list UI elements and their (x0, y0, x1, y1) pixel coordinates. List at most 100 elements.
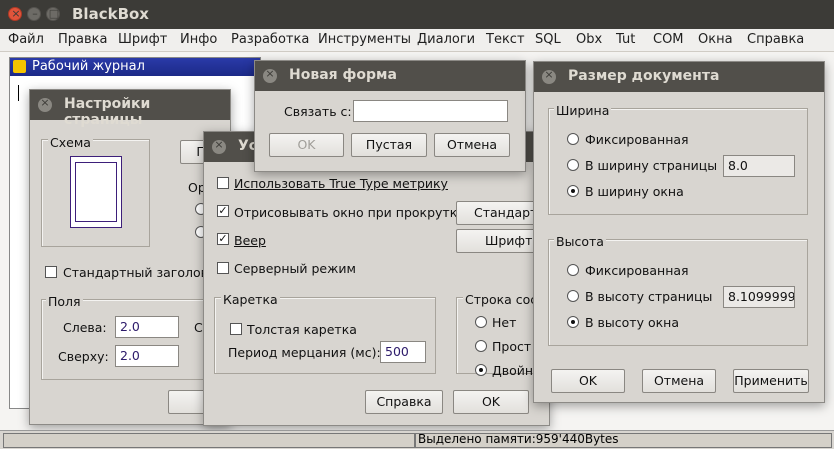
close-icon: × (214, 138, 224, 151)
server-mode-label: Серверный режим (234, 261, 356, 276)
thick-caret-checkbox[interactable] (230, 323, 242, 335)
menu-com[interactable]: COM (653, 32, 684, 47)
menu-font[interactable]: Шрифт (118, 32, 167, 47)
statusbar-none-label: Нет (492, 315, 517, 330)
std-header-checkbox[interactable] (45, 266, 57, 278)
height-fixed-radio[interactable] (567, 264, 579, 276)
height-window-radio[interactable] (567, 316, 579, 328)
height-group: Высота Фиксированная В высоту страницы 8… (548, 234, 808, 346)
menu-text[interactable]: Текст (486, 32, 525, 47)
width-page-input[interactable]: 8.0 (723, 155, 795, 177)
journal-title: Рабочий журнал (32, 59, 145, 74)
doc-size-cancel-button[interactable]: Отмена (642, 369, 716, 393)
new-form-empty-button[interactable]: Пустая (351, 133, 427, 157)
menubar: Файл Правка Шрифт Инфо Разработка Инстру… (0, 29, 834, 52)
menu-help[interactable]: Справка (747, 32, 804, 47)
scheme-group: Схема (41, 135, 150, 247)
menu-info[interactable]: Инфо (180, 32, 217, 47)
statusbar-simple-radio[interactable] (475, 340, 487, 352)
left-margin-input[interactable]: 2.0 (115, 316, 179, 338)
caret-group-label: Каретка (221, 292, 280, 307)
top-margin-input[interactable]: 2.0 (115, 345, 179, 367)
menu-file[interactable]: Файл (8, 32, 44, 47)
statusbar: Выделено памяти:959'440Bytes (0, 430, 834, 449)
redraw-scroll-label: Отрисовывать окно при прокрутке (234, 205, 465, 220)
fan-checkbox[interactable]: ✓ (217, 233, 229, 245)
close-icon: × (40, 96, 50, 109)
new-form-ok-button[interactable]: OK (269, 133, 344, 157)
thick-caret-label: Толстая каретка (247, 322, 357, 337)
page-setup-title: Настройки страницы (64, 96, 151, 128)
page-setup-ok-partial[interactable] (168, 390, 208, 414)
blink-period-input[interactable]: 500 (380, 341, 426, 363)
close-icon: × (11, 7, 21, 20)
close-icon: × (265, 67, 275, 80)
preferences-ok-button[interactable]: OK (453, 390, 529, 414)
link-to-label: Связать с: (284, 104, 352, 119)
window-maximize-button[interactable]: □ (46, 7, 60, 21)
width-window-label: В ширину окна (585, 184, 684, 199)
menu-edit[interactable]: Правка (58, 32, 107, 47)
menu-dialogs[interactable]: Диалоги (417, 32, 475, 47)
new-form-title: Новая форма (289, 67, 397, 83)
doc-size-dialog: × Размер документа Ширина Фиксированная … (533, 61, 825, 403)
page-setup-dialog: × Настройки страницы Схема Пр Ор Стандар… (29, 89, 243, 425)
height-page-label: В высоту страницы (585, 289, 713, 304)
server-mode-checkbox[interactable] (217, 262, 229, 274)
app-titlebar: × – □ BlackBox (0, 0, 834, 29)
page-preview-margin (75, 162, 117, 222)
width-group: Ширина Фиксированная В ширину страницы 8… (548, 103, 808, 215)
menu-obx[interactable]: Obx (576, 32, 602, 47)
scheme-label: Схема (48, 135, 93, 150)
doc-size-title: Размер документа (568, 68, 720, 84)
page-preview (70, 156, 122, 228)
menu-windows[interactable]: Окна (698, 32, 733, 47)
width-fixed-label: Фиксированная (585, 132, 689, 147)
preferences-help-button[interactable]: Справка (365, 390, 443, 414)
height-fixed-label: Фиксированная (585, 263, 689, 278)
page-setup-titlebar[interactable]: × Настройки страницы (30, 90, 230, 128)
truetype-checkbox[interactable] (217, 177, 229, 189)
top-margin-label: Сверху: (58, 349, 109, 364)
maximize-icon: □ (48, 7, 60, 20)
doc-size-close-button[interactable]: × (542, 68, 556, 84)
blink-period-label: Период мерцания (мс): (228, 345, 381, 360)
left-margin-label: Слева: (63, 320, 107, 335)
status-cell-main (3, 433, 415, 448)
statusbar-none-radio[interactable] (475, 316, 487, 328)
new-form-cancel-button[interactable]: Отмена (434, 133, 510, 157)
statusbar-simple-label: Прост (492, 339, 532, 354)
new-form-titlebar[interactable]: × Новая форма (255, 61, 525, 91)
redraw-scroll-checkbox[interactable]: ✓ (217, 205, 229, 217)
caret-group: Каретка Толстая каретка Период мерцания … (214, 292, 436, 374)
doc-size-apply-button[interactable]: Применить (733, 369, 809, 393)
app-title: BlackBox (72, 5, 149, 23)
preferences-dialog: × Ус Использовать True Type метрику ✓ От… (203, 131, 558, 426)
doc-size-ok-button[interactable]: OK (551, 369, 625, 393)
menu-tut[interactable]: Tut (616, 32, 635, 47)
height-page-input[interactable]: 8.10999999 (723, 286, 795, 308)
link-to-input[interactable] (353, 100, 508, 122)
width-group-label: Ширина (554, 103, 612, 118)
menu-tools[interactable]: Инструменты (318, 32, 411, 47)
doc-size-titlebar[interactable]: × Размер документа (534, 62, 824, 92)
close-icon: × (544, 68, 554, 81)
preferences-close-button[interactable]: × (212, 138, 226, 154)
width-fixed-radio[interactable] (567, 133, 579, 145)
memory-status: Выделено памяти:959'440Bytes (418, 432, 619, 446)
width-page-radio[interactable] (567, 159, 579, 171)
page-setup-close-button[interactable]: × (38, 96, 52, 112)
menu-dev[interactable]: Разработка (231, 32, 309, 47)
height-group-label: Высота (554, 234, 606, 249)
statusbar-double-radio[interactable] (475, 364, 487, 376)
height-page-radio[interactable] (567, 290, 579, 302)
window-minimize-button[interactable]: – (27, 7, 41, 21)
width-window-radio[interactable] (567, 185, 579, 197)
new-form-dialog: × Новая форма Связать с: OK Пустая Отмен… (254, 60, 526, 172)
menu-sql[interactable]: SQL (535, 32, 561, 47)
journal-icon (13, 60, 26, 73)
width-page-label: В ширину страницы (585, 158, 718, 173)
window-close-button[interactable]: × (8, 7, 22, 21)
fan-label: Веер (234, 233, 266, 248)
new-form-close-button[interactable]: × (263, 67, 277, 83)
